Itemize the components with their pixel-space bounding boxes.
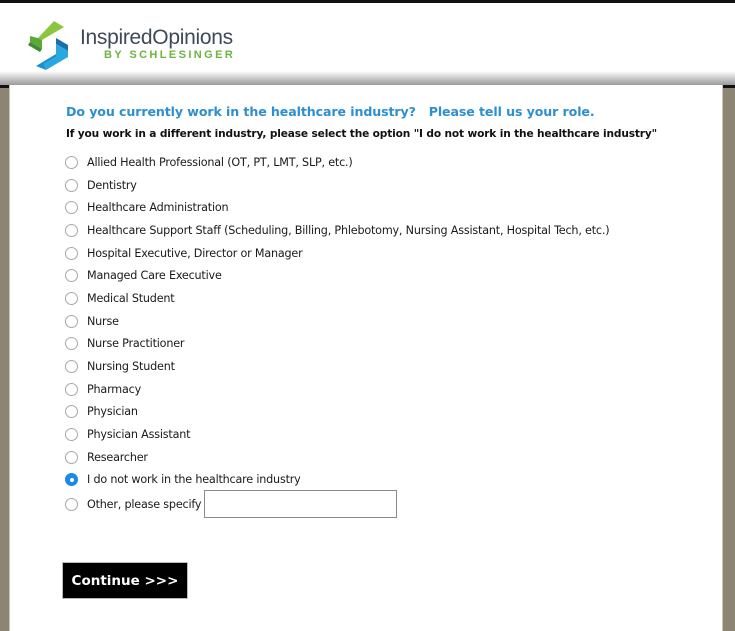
brand-name: InspiredOpinions	[80, 26, 233, 49]
radio-button[interactable]	[65, 428, 78, 442]
radio-button[interactable]	[65, 497, 78, 511]
radio-button-selected[interactable]	[65, 473, 78, 487]
option-nurse[interactable]: Nurse	[65, 310, 609, 333]
option-pharmacy[interactable]: Pharmacy	[65, 378, 609, 401]
option-label[interactable]: Physician Assistant	[87, 428, 191, 441]
question-title: Do you currently work in the healthcare …	[66, 104, 595, 119]
radio-button[interactable]	[65, 291, 78, 305]
option-label[interactable]: Physician	[87, 405, 138, 418]
option-nursing-student[interactable]: Nursing Student	[65, 355, 609, 378]
other-specify-input[interactable]	[204, 490, 398, 519]
option-label[interactable]: Researcher	[87, 451, 148, 464]
header-shadow	[0, 71, 735, 85]
radio-button[interactable]	[65, 382, 78, 396]
radio-button[interactable]	[65, 314, 78, 328]
radio-button[interactable]	[65, 360, 78, 374]
option-dentistry[interactable]: Dentistry	[65, 174, 609, 197]
radio-button[interactable]	[65, 246, 78, 260]
brand-logo: InspiredOpinions BY SCHLESINGER	[24, 19, 235, 75]
option-label[interactable]: Nurse	[87, 315, 119, 328]
option-label[interactable]: Managed Care Executive	[87, 269, 222, 282]
option-label[interactable]: Other, please specify	[87, 498, 202, 511]
site-header: InspiredOpinions BY SCHLESINGER	[0, 0, 735, 88]
option-researcher[interactable]: Researcher	[65, 446, 609, 469]
option-label[interactable]: Nursing Student	[87, 360, 175, 373]
option-not-healthcare[interactable]: I do not work in the healthcare industry	[65, 469, 609, 492]
radio-button[interactable]	[65, 223, 78, 237]
option-label[interactable]: Nurse Practitioner	[87, 337, 184, 350]
inspired-opinions-logo-icon	[28, 21, 68, 70]
radio-button[interactable]	[65, 450, 78, 464]
radio-button[interactable]	[65, 178, 78, 192]
option-label[interactable]: Hospital Executive, Director or Manager	[87, 247, 303, 260]
brand-subtitle: BY SCHLESINGER	[104, 49, 236, 61]
radio-button[interactable]	[65, 405, 78, 419]
option-managed-care-executive[interactable]: Managed Care Executive	[65, 264, 609, 287]
option-healthcare-administration[interactable]: Healthcare Administration	[65, 196, 609, 219]
option-other[interactable]: Other, please specify	[65, 489, 609, 519]
radio-button[interactable]	[65, 201, 78, 215]
option-physician-assistant[interactable]: Physician Assistant	[65, 423, 609, 446]
option-medical-student[interactable]: Medical Student	[65, 287, 609, 310]
option-healthcare-support-staff[interactable]: Healthcare Support Staff (Scheduling, Bi…	[65, 219, 610, 242]
option-label[interactable]: Dentistry	[87, 179, 137, 192]
option-label[interactable]: Healthcare Support Staff (Scheduling, Bi…	[87, 224, 610, 237]
role-radio-group: Allied Health Professional (OT, PT, LMT,…	[65, 151, 610, 519]
question-instruction: If you work in a different industry, ple…	[66, 128, 657, 140]
option-allied-health[interactable]: Allied Health Professional (OT, PT, LMT,…	[65, 151, 609, 174]
survey-panel: Do you currently work in the healthcare …	[9, 85, 723, 631]
option-hospital-executive[interactable]: Hospital Executive, Director or Manager	[65, 242, 609, 265]
radio-button[interactable]	[65, 269, 78, 283]
option-label[interactable]: I do not work in the healthcare industry	[87, 473, 301, 486]
radio-button[interactable]	[65, 155, 78, 169]
option-label[interactable]: Healthcare Administration	[87, 201, 229, 214]
continue-button[interactable]: Continue >>>	[62, 562, 188, 599]
option-label[interactable]: Pharmacy	[87, 383, 141, 396]
option-label[interactable]: Allied Health Professional (OT, PT, LMT,…	[87, 156, 353, 169]
option-nurse-practitioner[interactable]: Nurse Practitioner	[65, 333, 609, 356]
option-label[interactable]: Medical Student	[87, 292, 175, 305]
radio-button[interactable]	[65, 337, 78, 351]
option-physician[interactable]: Physician	[65, 401, 609, 424]
